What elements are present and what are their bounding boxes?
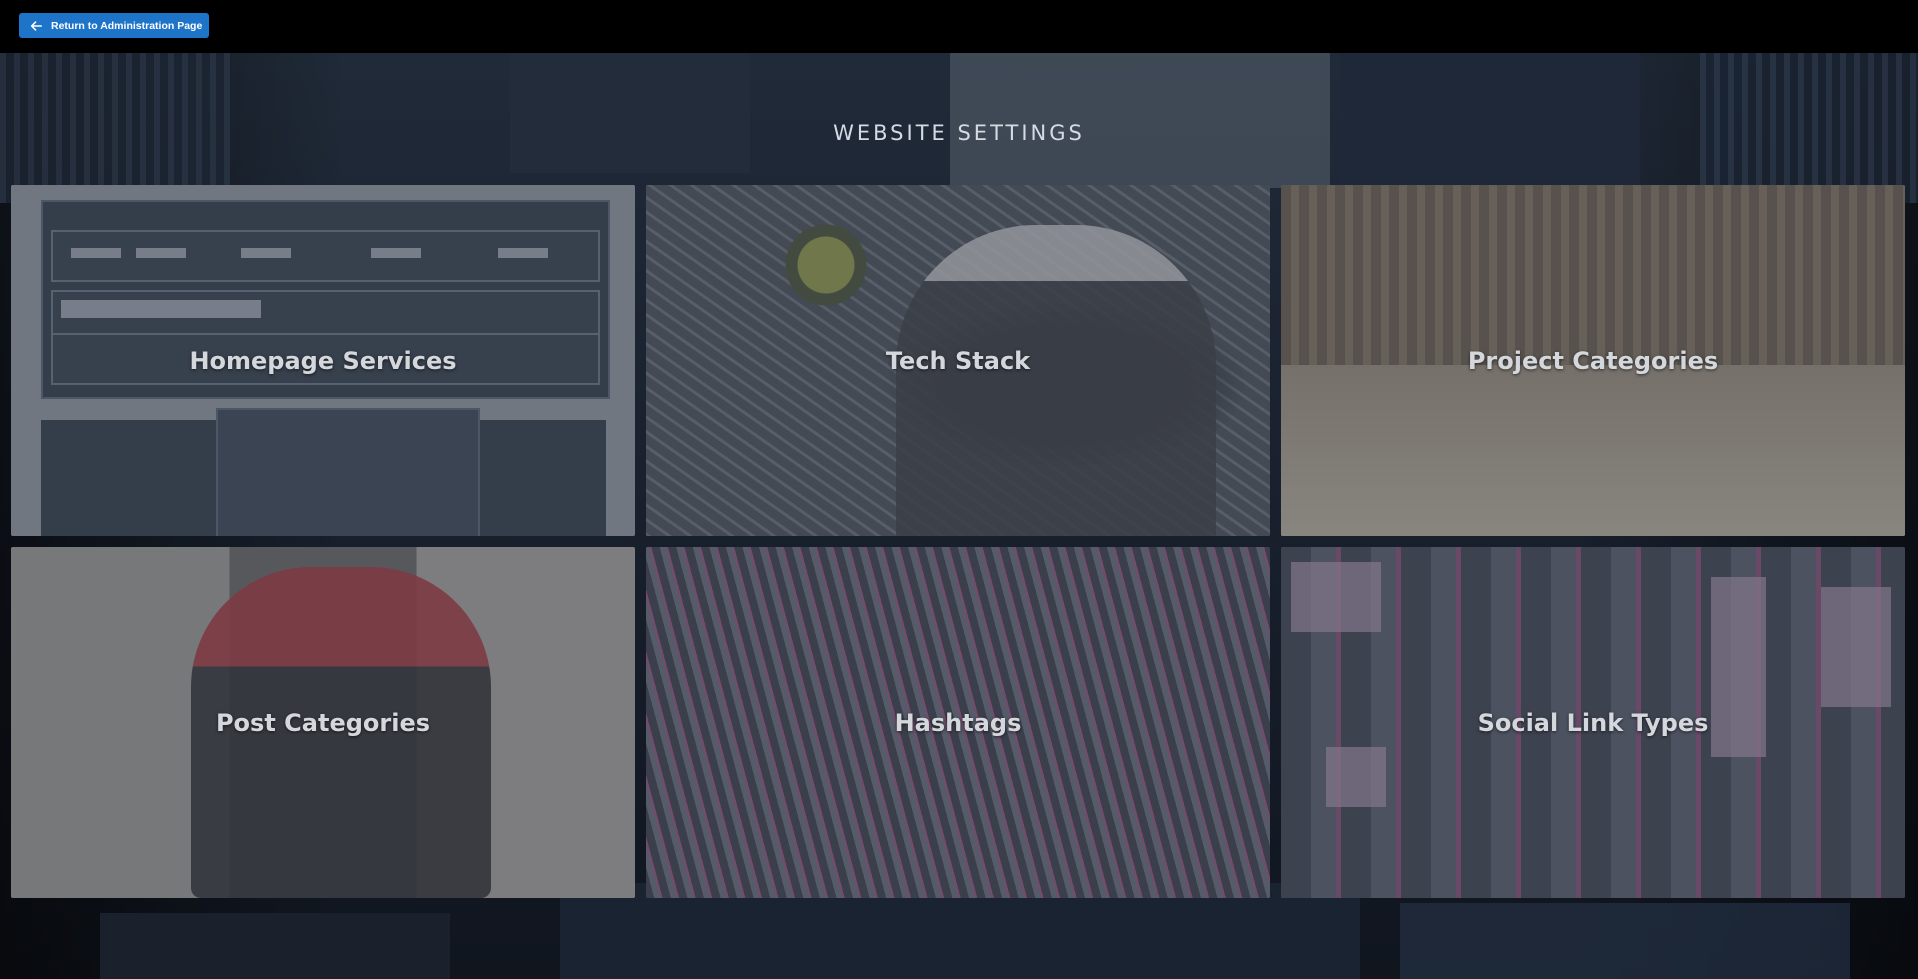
card-post-categories[interactable]: Post Categories bbox=[11, 547, 635, 898]
settings-card-grid: Homepage Services Tech Stack Project Cat… bbox=[11, 185, 1906, 898]
page-title: WEBSITE SETTINGS bbox=[833, 121, 1085, 146]
card-label: Project Categories bbox=[1467, 346, 1719, 375]
card-label: Social Link Types bbox=[1477, 708, 1709, 737]
top-bar: Return to Administration Page bbox=[0, 0, 1918, 53]
card-tech-stack[interactable]: Tech Stack bbox=[646, 185, 1270, 536]
arrow-left-icon bbox=[30, 20, 43, 31]
card-social-link-types[interactable]: Social Link Types bbox=[1281, 547, 1905, 898]
card-label: Hashtags bbox=[894, 708, 1022, 737]
card-label: Tech Stack bbox=[885, 346, 1031, 375]
card-homepage-services[interactable]: Homepage Services bbox=[11, 185, 635, 536]
card-hashtags[interactable]: Hashtags bbox=[646, 547, 1270, 898]
card-label: Post Categories bbox=[215, 708, 431, 737]
return-to-admin-button[interactable]: Return to Administration Page bbox=[19, 13, 209, 38]
card-project-categories[interactable]: Project Categories bbox=[1281, 185, 1905, 536]
card-label: Homepage Services bbox=[189, 346, 457, 375]
return-button-label: Return to Administration Page bbox=[51, 19, 203, 32]
